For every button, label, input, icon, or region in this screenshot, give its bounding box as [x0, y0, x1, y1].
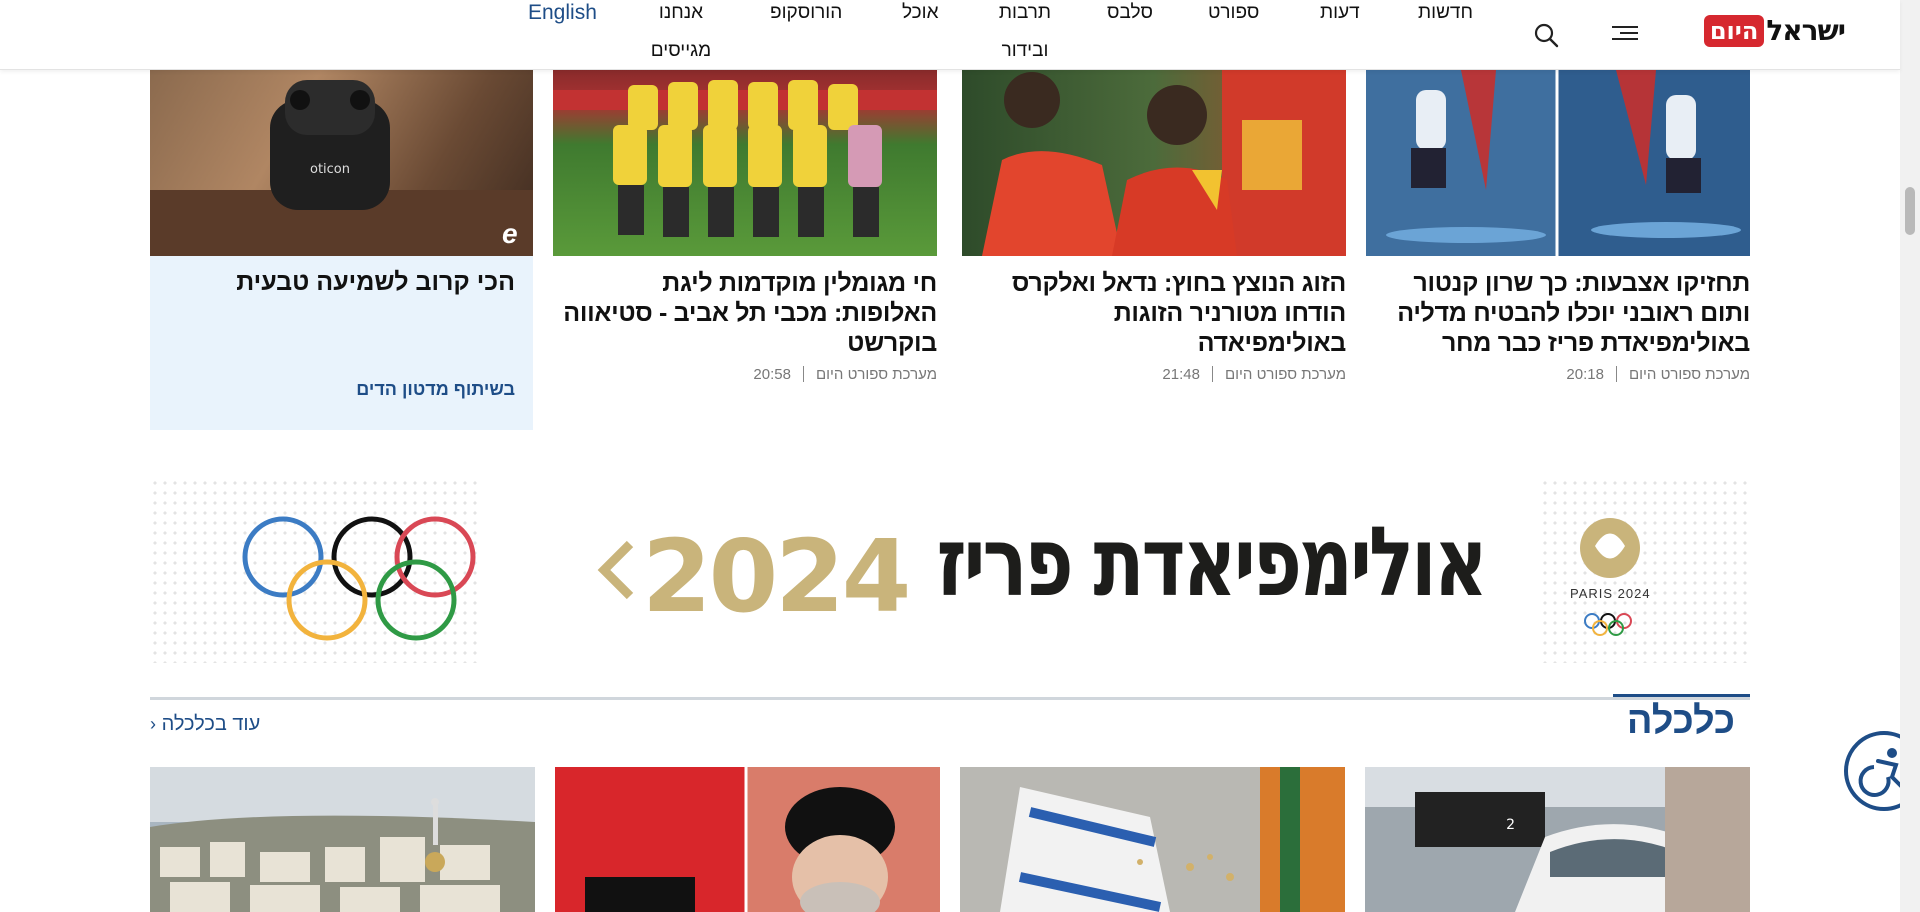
sponsored-title[interactable]: הכי קרוב לשמיעה טבעית [150, 268, 515, 297]
portrait-illustration [555, 767, 940, 912]
site-header: ישראל היום חדשות דעות ספורט סלבס תרבות ו… [0, 0, 1900, 70]
windsurf-illustration [1366, 70, 1750, 256]
article-time: 20:58 [753, 366, 791, 383]
nav-item-news[interactable]: חדשות [1418, 2, 1473, 24]
economy-image-tram[interactable]: 2 [1365, 767, 1750, 912]
scrollbar-thumb[interactable] [1905, 187, 1915, 235]
football-team-illustration [553, 80, 937, 237]
article-card-1[interactable]: תחזיקו אצבעות: כך שרון קנטור ותום ראובני… [1366, 70, 1750, 383]
floor-flag-illustration [960, 767, 1345, 912]
olympics-banner[interactable]: 2024 אולימפיאדת פריז PARIS 2024 [150, 478, 1750, 663]
tram-sign-number: 2 [1506, 817, 1515, 833]
economy-image-floor[interactable] [960, 767, 1345, 912]
paris-2024-emblem-icon [1580, 518, 1640, 636]
article-author: מערכת ספורט היום [1628, 366, 1750, 383]
nav-item-culture[interactable]: תרבות ובידור [996, 0, 1054, 70]
nav-item-horoscope[interactable]: הורוסקופ [770, 2, 842, 24]
sponsored-card[interactable]: oticon e הכי קרוב לשמיעה טבעית בשיתוף מד… [150, 70, 533, 430]
article-image-football[interactable] [553, 70, 937, 256]
english-link[interactable]: English [528, 1, 597, 25]
paris-2024-label: PARIS 2024 [1570, 586, 1651, 601]
article-time: 21:48 [1162, 366, 1200, 383]
article-card-2[interactable]: הזוג הנוצץ בחוץ: נדאל ואלקרס הודחו מטורנ… [962, 70, 1346, 383]
hearing-aid-illustration: oticon [150, 80, 533, 256]
sponsored-image-hearing-aid[interactable]: oticon e [150, 70, 533, 256]
site-logo[interactable]: ישראל היום [1703, 14, 1846, 47]
nav-item-opinions[interactable]: דעות [1320, 2, 1360, 24]
chevron-left-icon [597, 540, 634, 600]
nav-item-celebs[interactable]: סלבס [1107, 2, 1153, 24]
economy-image-nasrallah[interactable] [555, 767, 940, 912]
article-meta: מערכת ספורט היום 20:58 [553, 366, 937, 383]
logo-text: ישראל [1766, 14, 1846, 47]
article-title[interactable]: חי מגומלין מוקדמות ליגת האלופות: מכבי תל… [553, 268, 937, 358]
nav-item-sports[interactable]: ספורט [1208, 2, 1259, 24]
meta-divider [1615, 366, 1617, 382]
article-title[interactable]: תחזיקו אצבעות: כך שרון קנטור ותום ראובני… [1366, 268, 1750, 358]
sponsor-link[interactable]: בשיתוף מדטון הדים [356, 379, 515, 400]
article-time: 20:18 [1566, 366, 1604, 383]
meta-divider [1211, 366, 1213, 382]
product-label: oticon [310, 162, 350, 177]
article-image-windsurf[interactable] [1366, 70, 1750, 256]
article-card-3[interactable]: חי מגומלין מוקדמות ליגת האלופות: מכבי תל… [553, 70, 937, 383]
nav-item-hiring[interactable]: אנחנו מגייסים [648, 0, 714, 70]
logo-badge: היום [1703, 14, 1765, 47]
section-divider-accent [1613, 694, 1750, 697]
article-meta: מערכת ספורט היום 20:18 [1366, 366, 1750, 383]
article-author: מערכת ספורט היום [815, 366, 937, 383]
hamburger-menu-icon[interactable] [1612, 22, 1638, 46]
article-title[interactable]: הזוג הנוצץ בחוץ: נדאל ואלקרס הודחו מטורנ… [962, 268, 1346, 358]
more-economy-link[interactable]: עוד בכלכלה ‹ [150, 713, 260, 736]
olympic-rings-icon [242, 516, 476, 641]
article-author: מערכת ספורט היום [1224, 366, 1346, 383]
chevron-left-icon: ‹ [150, 714, 156, 734]
meta-divider [802, 366, 804, 382]
article-image-tennis[interactable] [962, 70, 1346, 256]
article-meta: מערכת ספורט היום 21:48 [962, 366, 1346, 383]
banner-year: 2024 [642, 518, 911, 635]
tram-illustration: 2 [1365, 767, 1750, 912]
section-divider [150, 697, 1750, 700]
search-icon[interactable] [1533, 22, 1559, 48]
sponsor-badge-e: e [502, 218, 518, 249]
section-title-economy[interactable]: כלכלה [1627, 700, 1735, 743]
city-illustration [150, 767, 535, 912]
page-scrollbar[interactable] [1900, 0, 1920, 912]
nav-item-food[interactable]: אוכל [902, 2, 939, 24]
more-economy-label: עוד בכלכלה [161, 713, 261, 735]
economy-image-city[interactable] [150, 767, 535, 912]
tennis-illustration [982, 70, 1346, 256]
banner-title: אולימפיאדת פריז [936, 506, 1488, 618]
